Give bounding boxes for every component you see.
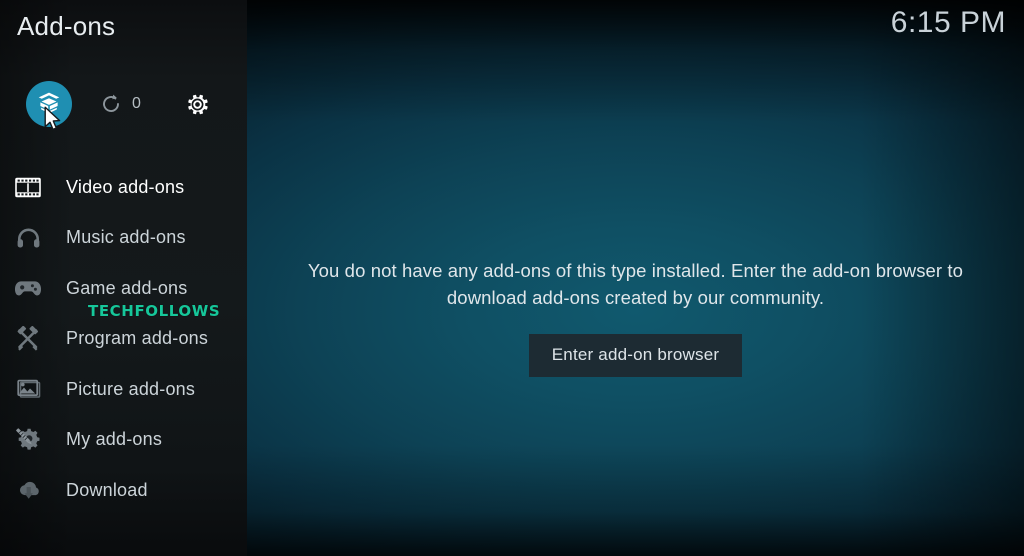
headphones-icon	[11, 223, 45, 253]
sidebar-item-label: Game add-ons	[66, 277, 188, 298]
update-count: 0	[132, 95, 141, 112]
settings-button[interactable]	[180, 78, 214, 130]
kodi-addons-screen: You do not have any add-ons of this type…	[0, 0, 1024, 556]
page-title: Add-ons	[17, 11, 116, 41]
sidebar-item-my-addons[interactable]: My add-ons	[0, 415, 247, 466]
sidebar-menu: Video add-ons Music add-ons Game add-ons…	[0, 162, 247, 516]
gamepad-icon	[11, 273, 45, 303]
empty-state: You do not have any add-ons of this type…	[271, 258, 1001, 377]
sidebar-toolbar: 0	[0, 78, 247, 130]
empty-state-message: You do not have any add-ons of this type…	[307, 260, 964, 308]
main-content: You do not have any add-ons of this type…	[247, 0, 1024, 556]
sidebar-item-label: Music add-ons	[66, 227, 186, 248]
sidebar-item-program-addons[interactable]: Program add-ons	[0, 314, 247, 365]
sidebar-item-label: Picture add-ons	[66, 378, 196, 399]
cloud-download-icon	[11, 475, 45, 505]
gear-wrench-icon	[11, 425, 45, 455]
photo-icon	[11, 374, 45, 404]
sidebar-item-video-addons[interactable]: Video add-ons	[0, 162, 247, 213]
film-strip-icon	[11, 172, 45, 202]
clock: 6:15 PM	[890, 6, 1006, 39]
addon-box-icon	[38, 92, 60, 114]
refresh-icon	[103, 94, 119, 112]
sidebar-item-music-addons[interactable]: Music add-ons	[0, 213, 247, 264]
tools-icon	[11, 324, 45, 354]
sidebar-item-picture-addons[interactable]: Picture add-ons	[0, 364, 247, 415]
sidebar-item-label: Program add-ons	[66, 328, 209, 349]
sidebar-item-game-addons[interactable]: Game add-ons	[0, 263, 247, 314]
addon-browser-button[interactable]	[26, 78, 72, 130]
sidebar-item-label: Video add-ons	[66, 176, 185, 197]
enter-addon-browser-button[interactable]: Enter add-on browser	[528, 333, 743, 377]
sidebar-item-label: My add-ons	[66, 429, 163, 450]
gear-icon	[187, 94, 208, 114]
refresh-button[interactable]	[96, 78, 126, 130]
sidebar-item-label: Download	[66, 479, 148, 500]
sidebar-item-download[interactable]: Download	[0, 465, 247, 516]
